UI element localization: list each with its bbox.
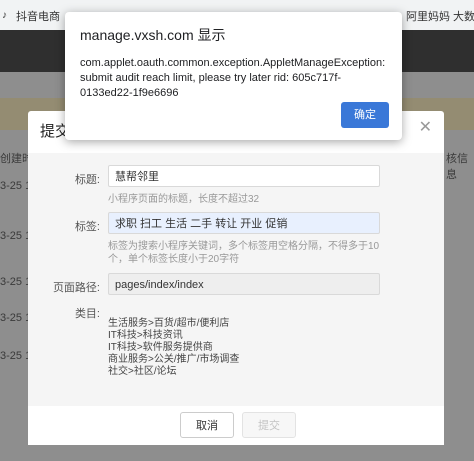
bookmark-douyin[interactable]: ♪ 抖音电商 (2, 8, 60, 24)
title-label: 标题: (74, 174, 100, 186)
bookmark-alimama-label: 阿里妈妈 大数据 (406, 11, 474, 23)
category-item: 生活服务>百货/超市/便利店 (108, 318, 230, 329)
close-icon[interactable]: ✕ (419, 117, 432, 137)
tags-input[interactable]: 求职 扫工 生活 二手 转让 开业 促销 (108, 212, 380, 234)
background-date: 3-25 1 (0, 312, 32, 324)
alert-message: com.applet.oauth.common.exception.Applet… (80, 57, 386, 99)
category-label: 类目: (74, 308, 100, 320)
douyin-icon: ♪ (2, 10, 7, 21)
background-date: 3-25 1 (0, 230, 32, 242)
alert-dialog: manage.vxsh.com 显示 com.applet.oauth.comm… (65, 12, 402, 140)
background-col-info: 核信息 (446, 153, 468, 181)
category-item: 社交>社区/论坛 (108, 366, 177, 377)
path-input[interactable]: pages/index/index (108, 273, 380, 295)
category-item: 商业服务>公关/推广/市场调查 (108, 354, 240, 365)
bookmark-douyin-label: 抖音电商 (16, 11, 60, 23)
category-item: IT科技>科技资讯 (108, 330, 183, 341)
tags-label: 标签: (74, 221, 100, 233)
alert-title: manage.vxsh.com 显示 (80, 27, 226, 43)
title-hint: 小程序页面的标题，长度不超过32 (108, 194, 260, 205)
submit-button[interactable]: 提交 (242, 412, 296, 438)
path-label: 页面路径: (52, 282, 100, 294)
title-input[interactable]: 慧帮邻里 (108, 165, 380, 187)
dialog-footer: 取消 提交 (28, 406, 444, 445)
background-date: 3-25 1 (0, 276, 32, 288)
tags-hint: 标签为搜索小程序关键词，多个标签用空格分隔，不得多于10个，单个标签长度小于20… (108, 241, 380, 265)
bookmark-alimama[interactable]: ▰ 阿里妈妈 大数据 (392, 8, 474, 24)
background-date: 3-25 1 (0, 180, 32, 192)
category-item: IT科技>软件服务提供商 (108, 342, 213, 353)
cancel-button[interactable]: 取消 (180, 412, 234, 438)
background-date: 3-25 1 (0, 350, 32, 362)
category-list: 生活服务>百货/超市/便利店 IT科技>科技资讯 IT科技>软件服务提供商 商业… (108, 318, 239, 378)
ok-button[interactable]: 确定 (341, 102, 389, 128)
